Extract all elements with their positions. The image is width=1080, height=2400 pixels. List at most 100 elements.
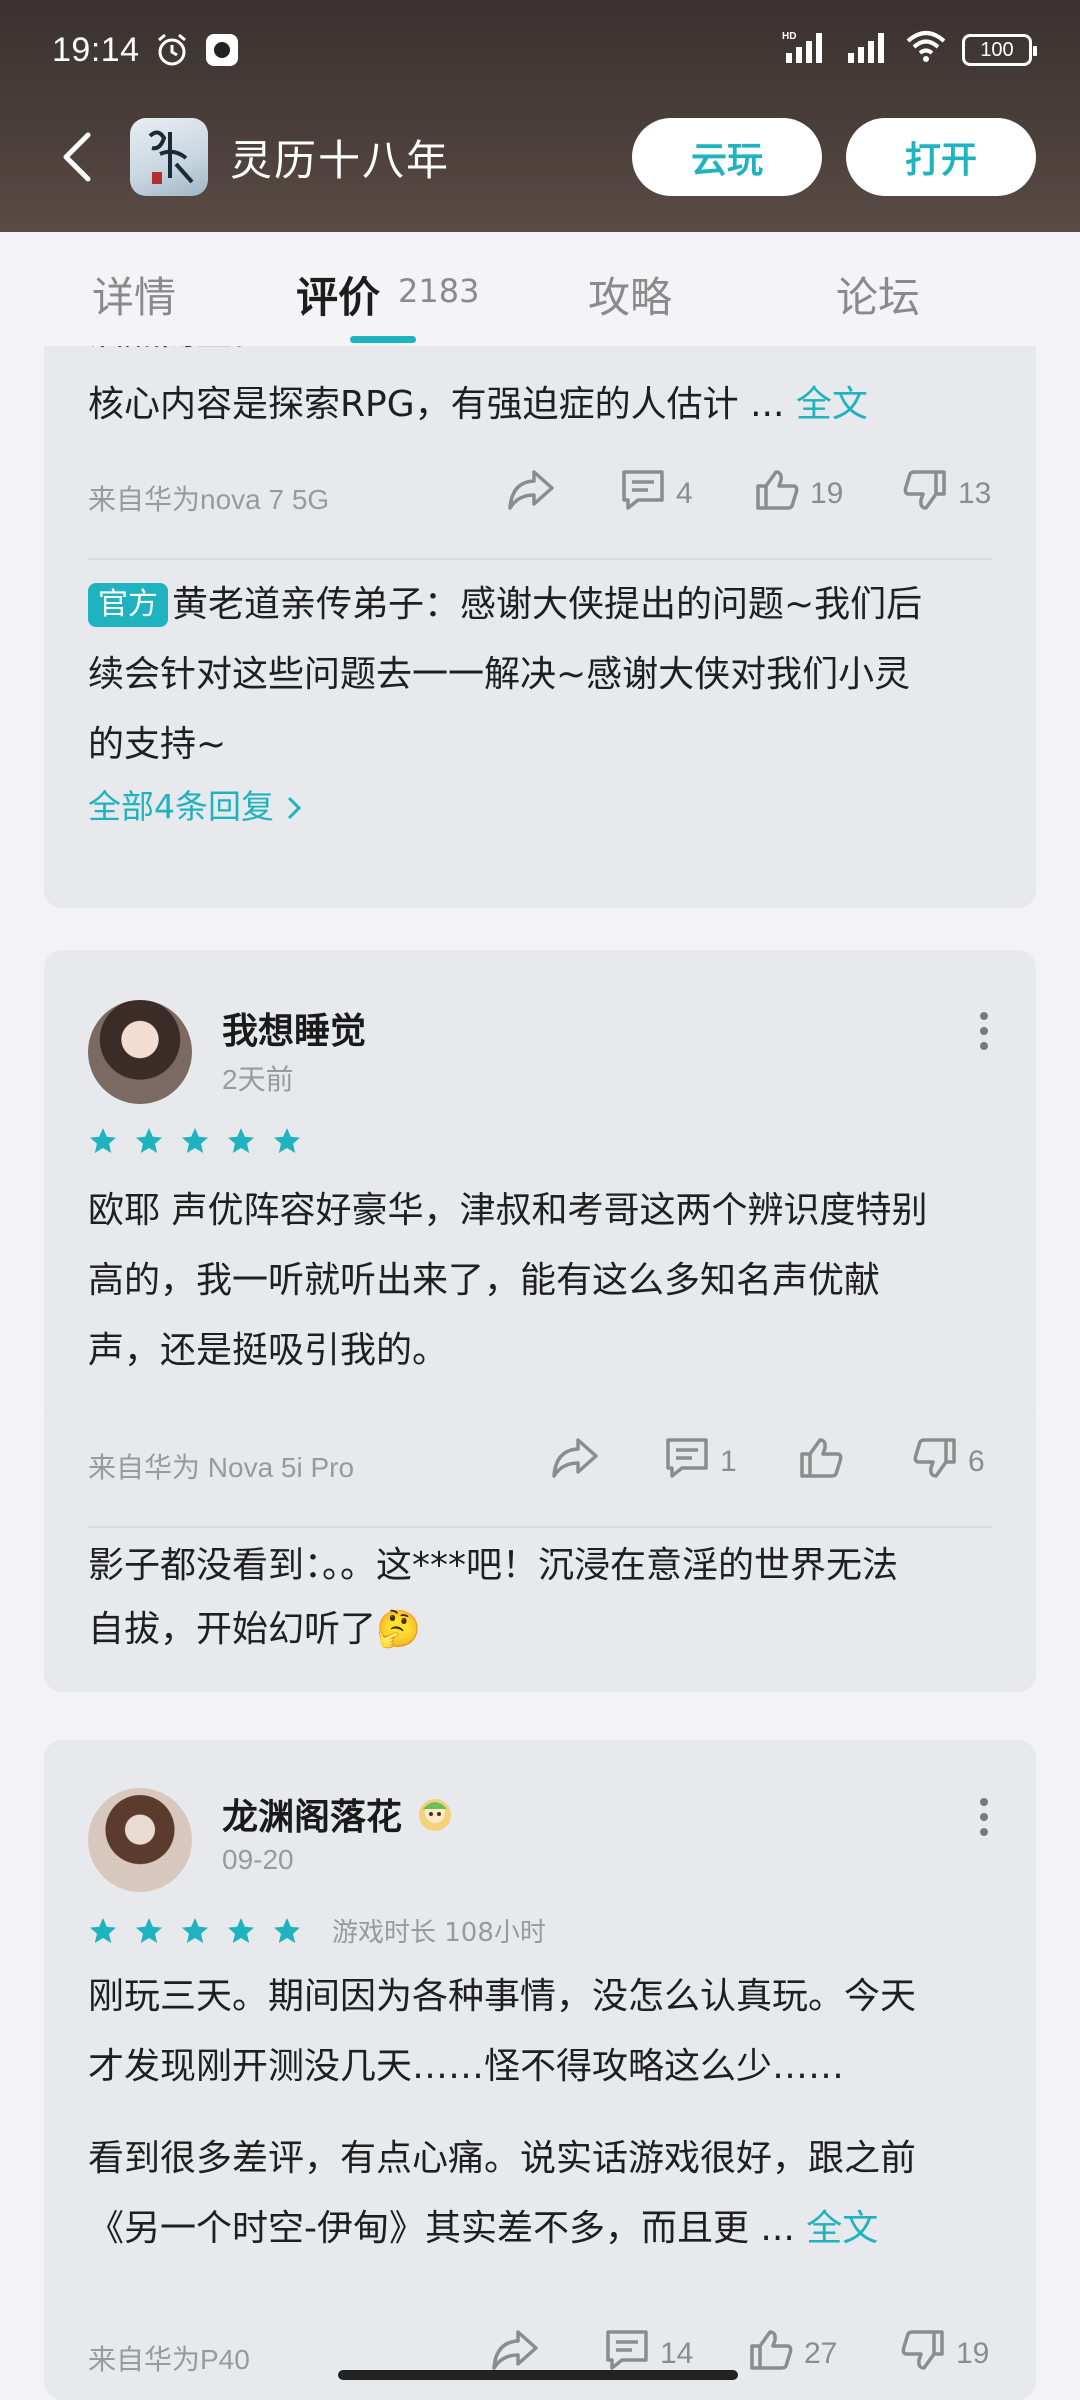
battery-icon: 100	[962, 34, 1037, 66]
review-2-line-2: 高的，我一听就听出来了，能有这么多知名声优献	[88, 1260, 881, 1301]
divider	[88, 558, 992, 560]
star-icon	[274, 1128, 300, 1153]
like-count: 19	[810, 477, 844, 510]
comment-count: 1	[720, 1445, 737, 1478]
dislike-count: 13	[958, 477, 992, 510]
share-icon	[506, 468, 556, 520]
reply: 影子都没看到：。。这***吧！沉浸在意淫的世界无法 自拔，开始幻听了🤔	[88, 1534, 1008, 1662]
review-3-line-2: 才发现刚开测没几天……怪不得攻略这么少……	[88, 2046, 845, 2087]
review-2-username[interactable]: 我想睡觉	[222, 1002, 366, 1054]
full-text-link[interactable]: 全文	[806, 2208, 878, 2249]
review-3-line-3: 看到很多差评，有点心痛。说实话游戏很好，跟之前	[88, 2138, 917, 2179]
reply-line-1: 影子都没看到：。。这***吧！沉浸在意淫的世界无法	[88, 1545, 899, 1586]
dislike-button[interactable]: 19	[900, 2328, 989, 2380]
more-options-icon[interactable]	[976, 1798, 992, 1836]
rating-stars	[88, 1126, 302, 1156]
official-reply-line-3: 的支持~	[88, 724, 227, 765]
review-card-3: 龙渊阁落花 09-20 游戏时长 108小时 刚玩三天。期间因为各种事情，没怎么…	[44, 1740, 1036, 2400]
comment-count: 14	[660, 2337, 694, 2370]
comment-icon	[620, 468, 666, 520]
wifi-icon	[906, 29, 946, 72]
open-button[interactable]: 打开	[846, 118, 1036, 196]
signal-icon	[846, 29, 890, 72]
dislike-count: 19	[956, 2337, 990, 2370]
app-title: 灵历十八年	[230, 135, 451, 185]
content-area: 详情 评价 2183 攻略 论坛 油然而生。 核心内容是探索RPG，有强迫症的人…	[0, 232, 1080, 2400]
thumbs-up-icon	[754, 468, 800, 520]
rating-stars: 游戏时长 108小时	[88, 1912, 546, 1949]
svg-text:HD: HD	[782, 31, 796, 42]
review-card-2: 我想睡觉 2天前 欧耶 声优阵容好豪华，津叔和考哥这两个辨识度特别 高的，我一听…	[44, 950, 1036, 1497]
official-reply: 官方 黄老道亲传弟子：感谢大侠提出的问题~我们后 续会针对这些问题去一一解决~感谢…	[88, 570, 1008, 780]
avatar[interactable]	[88, 1788, 192, 1892]
all-replies-link[interactable]: 全部4条回复	[88, 784, 303, 830]
official-reply-line-2: 续会针对这些问题去一一解决~感谢大侠对我们小灵	[88, 654, 911, 695]
share-button[interactable]	[506, 468, 556, 520]
share-icon	[550, 1436, 600, 1488]
header: 19:14 HD 100 灵历十八年 云玩 打开	[0, 0, 1080, 232]
dislike-button[interactable]: 6	[912, 1436, 985, 1488]
like-count: 27	[804, 2337, 838, 2370]
review-card-1: 油然而生。 核心内容是探索RPG，有强迫症的人估计 ... 全文 来自华为nov…	[44, 312, 1036, 908]
review-2-text: 欧耶 声优阵容好豪华，津叔和考哥这两个辨识度特别 高的，我一听就听出来了，能有这…	[88, 1176, 1008, 1386]
review-3-line-1: 刚玩三天。期间因为各种事情，没怎么认真玩。今天	[88, 1976, 917, 2017]
thumbs-down-icon	[900, 2328, 946, 2380]
star-icon	[182, 1128, 208, 1153]
tab-reviews-count: 2183	[398, 272, 480, 310]
dislike-button[interactable]: 13	[902, 468, 991, 520]
review-1-device: 来自华为nova 7 5G	[88, 484, 330, 515]
review-2-device-line: 来自华为 Nova 5i Pro	[88, 1452, 355, 1483]
official-reply-line-1: 黄老道亲传弟子：感谢大侠提出的问题~我们后	[172, 584, 923, 625]
official-badge: 官方	[88, 583, 168, 627]
dislike-count: 6	[968, 1445, 985, 1478]
reply-line-2: 自拔，开始幻听了🤔	[88, 1609, 421, 1650]
app-logo	[130, 118, 208, 196]
star-icon	[274, 1917, 300, 1943]
comment-button[interactable]: 1	[664, 1436, 737, 1488]
user-badge-icon	[415, 1797, 455, 1838]
review-1-body: 核心内容是探索RPG，有强迫症的人估计 ...	[88, 384, 785, 425]
star-icon	[228, 1917, 254, 1943]
star-icon	[90, 1917, 116, 1943]
avatar[interactable]	[88, 1000, 192, 1104]
review-1-text: 核心内容是探索RPG，有强迫症的人估计 ... 全文	[88, 370, 868, 440]
review-3-text-2: 看到很多差评，有点心痛。说实话游戏很好，跟之前 《另一个时空-伊甸》其实差不多，…	[88, 2124, 1008, 2264]
like-button[interactable]	[798, 1436, 854, 1488]
review-3-line-4: 《另一个时空-伊甸》其实差不多，而且更 ...	[88, 2208, 795, 2249]
alarm-icon	[154, 32, 190, 68]
star-icon	[136, 1128, 162, 1153]
star-icon	[182, 1917, 208, 1943]
like-button[interactable]: 19	[754, 468, 843, 520]
tab-details[interactable]: 详情	[92, 264, 176, 325]
review-2-date: 2天前	[222, 1064, 294, 1095]
tab-guides[interactable]: 攻略	[588, 264, 672, 325]
star-icon	[136, 1917, 162, 1943]
review-2-line-3: 声，还是挺吸引我的。	[88, 1330, 449, 1371]
more-options-icon[interactable]	[976, 1012, 992, 1050]
review-3-username[interactable]: 龙渊阁落花	[222, 1788, 455, 1840]
comment-count: 4	[676, 477, 693, 510]
cloud-play-button[interactable]: 云玩	[632, 118, 822, 196]
divider	[88, 1526, 992, 1528]
share-button[interactable]	[550, 1436, 600, 1488]
all-replies-label: 全部4条回复	[88, 787, 274, 826]
tab-forum[interactable]: 论坛	[836, 264, 920, 325]
home-indicator[interactable]	[338, 2370, 738, 2380]
comment-button[interactable]: 4	[620, 468, 693, 520]
thumbs-up-icon	[798, 1436, 844, 1488]
thumbs-down-icon	[902, 468, 948, 520]
rating-stars-inner	[88, 1916, 302, 1946]
app-bar: 灵历十八年 云玩 打开	[0, 112, 1080, 202]
review-3-date: 09-20	[222, 1844, 294, 1875]
like-button[interactable]: 27	[748, 2328, 837, 2380]
review-3-username-label: 龙渊阁落花	[222, 1797, 403, 1838]
notification-app-icon	[204, 32, 240, 68]
full-text-link[interactable]: 全文	[796, 384, 868, 425]
active-tab-indicator	[350, 336, 416, 343]
signal-hd-icon: HD	[782, 29, 830, 72]
thumbs-up-icon	[748, 2328, 794, 2380]
tab-reviews[interactable]: 评价	[296, 264, 380, 325]
back-arrow-icon[interactable]	[60, 127, 110, 187]
review-2-line-1: 欧耶 声优阵容好豪华，津叔和考哥这两个辨识度特别	[88, 1190, 928, 1231]
comment-icon	[664, 1436, 710, 1488]
